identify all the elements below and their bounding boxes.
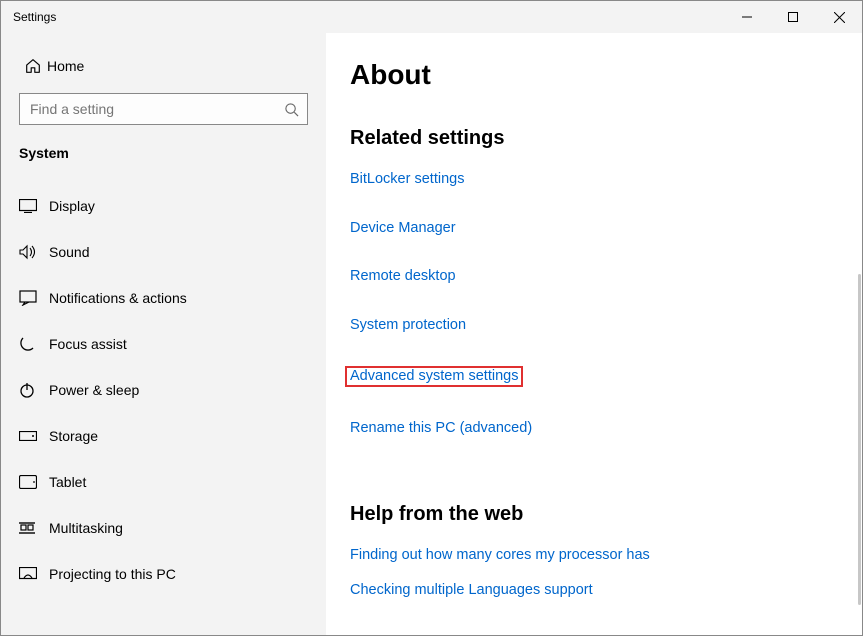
scrollbar[interactable] xyxy=(858,274,861,605)
sidebar-item-sound[interactable]: Sound xyxy=(19,231,308,273)
power-icon xyxy=(19,382,49,398)
help-heading: Help from the web xyxy=(350,503,862,526)
link-bitlocker[interactable]: BitLocker settings xyxy=(350,172,464,187)
link-remote-desktop[interactable]: Remote desktop xyxy=(350,269,456,284)
link-help-cores[interactable]: Finding out how many cores my processor … xyxy=(350,548,650,563)
main-panel: About Related settings BitLocker setting… xyxy=(326,33,862,635)
home-nav[interactable]: Home xyxy=(19,57,308,75)
sidebar-item-notifications[interactable]: Notifications & actions xyxy=(19,277,308,319)
sidebar-item-label: Tablet xyxy=(49,474,86,490)
sidebar-item-label: Storage xyxy=(49,428,98,444)
sidebar-item-storage[interactable]: Storage xyxy=(19,415,308,457)
sidebar-item-focus-assist[interactable]: Focus assist xyxy=(19,323,308,365)
sidebar-item-display[interactable]: Display xyxy=(19,185,308,227)
close-button[interactable] xyxy=(816,1,862,33)
sidebar-item-tablet[interactable]: Tablet xyxy=(19,461,308,503)
titlebar: Settings xyxy=(1,1,862,33)
display-icon xyxy=(19,199,49,213)
search-field[interactable] xyxy=(28,100,284,118)
sidebar-item-power[interactable]: Power & sleep xyxy=(19,369,308,411)
search-input[interactable] xyxy=(19,93,308,125)
storage-icon xyxy=(19,431,49,441)
tablet-icon xyxy=(19,475,49,489)
multitasking-icon xyxy=(19,520,49,536)
related-settings-heading: Related settings xyxy=(350,127,862,150)
sidebar-item-label: Power & sleep xyxy=(49,382,139,398)
minimize-button[interactable] xyxy=(724,1,770,33)
link-advanced-system-settings[interactable]: Advanced system settings xyxy=(345,366,523,387)
category-system[interactable]: System xyxy=(19,145,308,161)
notifications-icon xyxy=(19,290,49,306)
page-title: About xyxy=(350,59,862,91)
maximize-button[interactable] xyxy=(770,1,816,33)
focus-assist-icon xyxy=(19,336,49,352)
sidebar-item-label: Projecting to this PC xyxy=(49,566,176,582)
home-icon xyxy=(19,57,47,75)
link-rename-pc[interactable]: Rename this PC (advanced) xyxy=(350,421,532,436)
link-system-protection[interactable]: System protection xyxy=(350,318,466,333)
sidebar-item-projecting[interactable]: Projecting to this PC xyxy=(19,553,308,595)
sidebar-item-label: Display xyxy=(49,198,95,214)
sidebar-item-label: Notifications & actions xyxy=(49,290,187,306)
link-device-manager[interactable]: Device Manager xyxy=(350,221,456,236)
sound-icon xyxy=(19,244,49,260)
sidebar: Home System Display Sound Notifica xyxy=(1,33,326,635)
projecting-icon xyxy=(19,567,49,581)
sidebar-item-multitasking[interactable]: Multitasking xyxy=(19,507,308,549)
sidebar-item-label: Focus assist xyxy=(49,336,127,352)
home-label: Home xyxy=(47,58,84,74)
sidebar-item-label: Multitasking xyxy=(49,520,123,536)
search-icon xyxy=(284,102,299,117)
window-controls xyxy=(724,1,862,33)
link-help-languages[interactable]: Checking multiple Languages support xyxy=(350,583,593,598)
sidebar-item-label: Sound xyxy=(49,244,89,260)
window-title: Settings xyxy=(13,10,56,24)
